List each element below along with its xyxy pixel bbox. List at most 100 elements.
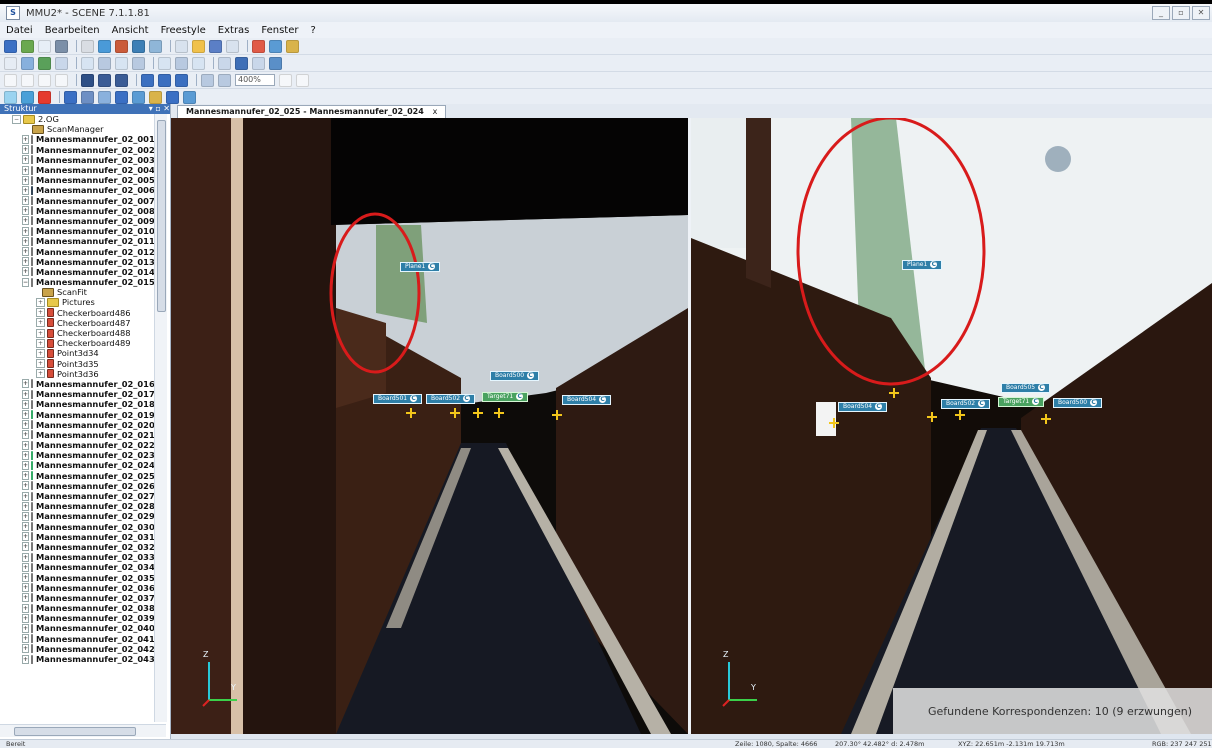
target-marker[interactable] <box>473 408 483 418</box>
distance-icon[interactable] <box>175 56 188 70</box>
target-label-plane1[interactable]: Plane1 C <box>400 262 441 272</box>
collapse-icon[interactable]: − <box>22 277 30 287</box>
tree-scanmanager[interactable]: ScanManager <box>0 124 154 134</box>
expand-icon[interactable]: + <box>22 552 30 562</box>
expand-icon[interactable]: + <box>22 196 30 206</box>
expand-icon[interactable]: + <box>22 185 30 195</box>
expand-icon[interactable]: + <box>22 257 30 267</box>
export-icon[interactable] <box>149 90 162 104</box>
clip-out-icon[interactable] <box>115 73 128 87</box>
tree-item[interactable]: + Mannesmannufer_02_019 <box>0 409 154 420</box>
checkerboard-icon[interactable] <box>81 56 94 70</box>
zoom-field[interactable]: 400% <box>235 74 275 86</box>
tree-scroll-thumb[interactable] <box>157 120 166 312</box>
clip-box-icon[interactable] <box>81 73 94 87</box>
collapse-icon[interactable]: − <box>12 114 21 124</box>
expand-icon[interactable]: + <box>22 450 30 460</box>
hand-icon[interactable] <box>141 73 154 87</box>
tree-item[interactable]: + Mannesmannufer_02_036 <box>0 583 154 593</box>
target-marker[interactable] <box>1041 414 1051 424</box>
expand-icon[interactable]: + <box>36 338 45 348</box>
menu-datei[interactable]: Datei <box>0 25 39 36</box>
save-icon[interactable] <box>55 39 68 53</box>
tree-item[interactable]: + Mannesmannufer_02_022 <box>0 440 154 450</box>
angle-icon[interactable] <box>192 56 205 70</box>
target-marker[interactable] <box>955 410 965 420</box>
zoom-out-icon[interactable] <box>296 73 309 87</box>
polyline-icon[interactable] <box>21 73 34 87</box>
target-marker[interactable] <box>889 388 899 398</box>
tree-item[interactable]: + Mannesmannufer_02_025 <box>0 471 154 481</box>
color-icon[interactable] <box>4 90 17 104</box>
tree-item[interactable]: + Mannesmannufer_02_010 <box>0 226 154 236</box>
table-icon[interactable] <box>226 39 239 53</box>
scan-view-right[interactable]: Plane1 C Board504 C Board502 C Target71 C Bo… <box>691 118 1212 734</box>
tree-item[interactable]: + Mannesmannufer_02_016 <box>0 379 154 389</box>
tree-item[interactable]: + Mannesmannufer_02_026 <box>0 481 154 491</box>
panel-pin-icon[interactable]: ▾ ▫ ✕ <box>149 104 170 114</box>
menu-extras[interactable]: Extras <box>212 25 256 36</box>
record-icon[interactable] <box>252 39 265 53</box>
tree-item[interactable]: + Mannesmannufer_02_032 <box>0 542 154 552</box>
pin-icon[interactable] <box>64 90 77 104</box>
tree-item[interactable]: + Mannesmannufer_02_007 <box>0 196 154 206</box>
target-marker[interactable] <box>927 412 937 422</box>
pan-icon[interactable] <box>175 73 188 87</box>
tab-correspondence-view[interactable]: Mannesmannufer_02_025 - Mannesmannufer_0… <box>177 105 447 118</box>
expand-icon[interactable]: + <box>36 297 45 307</box>
snap-icon[interactable] <box>98 90 111 104</box>
target-label-plane1[interactable]: Plane1 C <box>902 260 943 270</box>
tree-horizontal-scrollbar[interactable] <box>0 724 166 737</box>
tree-item[interactable]: + Mannesmannufer_02_034 <box>0 562 154 572</box>
tree-item[interactable]: + Mannesmannufer_02_012 <box>0 246 154 257</box>
expand-icon[interactable]: + <box>22 593 30 603</box>
red-dot-icon[interactable] <box>38 90 51 104</box>
rotate-icon[interactable] <box>158 73 171 87</box>
align-icon[interactable] <box>115 90 128 104</box>
expand-icon[interactable]: + <box>36 328 45 338</box>
grid-icon[interactable] <box>218 56 231 70</box>
expand-icon[interactable]: + <box>22 634 30 644</box>
expand-icon[interactable]: + <box>22 399 30 409</box>
expand-icon[interactable]: + <box>22 267 30 277</box>
tree-item[interactable]: + Mannesmannufer_02_038 <box>0 603 154 613</box>
expand-icon[interactable]: + <box>36 318 45 328</box>
expand-icon[interactable]: + <box>36 359 45 369</box>
expand-icon[interactable]: + <box>22 460 30 470</box>
expand-icon[interactable]: + <box>22 420 30 430</box>
register-icon[interactable] <box>192 39 205 53</box>
target-label-board500[interactable]: Board500 C <box>1053 398 1103 408</box>
tree-item[interactable]: + Mannesmannufer_02_023 <box>0 450 154 460</box>
expand-icon[interactable]: + <box>22 175 30 185</box>
tree-item[interactable]: + Mannesmannufer_02_043 <box>0 654 154 664</box>
expand-icon[interactable]: + <box>22 491 30 501</box>
report-icon[interactable] <box>209 39 222 53</box>
tree-root-2og[interactable]: − 2.OG <box>0 114 154 124</box>
expand-icon[interactable]: + <box>22 481 30 491</box>
target-label-board500[interactable]: Board500 C <box>490 371 540 381</box>
expand-icon[interactable]: + <box>22 654 30 664</box>
tree-item[interactable]: + Point3d35 <box>0 359 154 369</box>
target-marker[interactable] <box>450 408 460 418</box>
tree-item[interactable]: + Mannesmannufer_02_037 <box>0 593 154 603</box>
tree-item[interactable]: + Mannesmannufer_02_028 <box>0 501 154 511</box>
expand-icon[interactable]: + <box>22 379 30 389</box>
expand-icon[interactable]: + <box>22 501 30 511</box>
expand-icon[interactable]: + <box>22 410 30 420</box>
expand-icon[interactable]: + <box>22 155 30 165</box>
tree-item[interactable]: + Mannesmannufer_02_033 <box>0 552 154 562</box>
expand-icon[interactable]: + <box>22 440 30 450</box>
settings-icon[interactable] <box>81 39 94 53</box>
tools-icon[interactable] <box>132 90 145 104</box>
tree-item[interactable]: + Mannesmannufer_02_004 <box>0 165 154 175</box>
tree-item[interactable]: + Mannesmannufer_02_003 <box>0 155 154 165</box>
target-label-board501[interactable]: Board501 C <box>373 394 423 404</box>
minimize-button[interactable]: _ <box>1152 6 1170 20</box>
expand-icon[interactable]: + <box>22 603 30 613</box>
tree-item[interactable]: + Mannesmannufer_02_035 <box>0 572 154 583</box>
expand-icon[interactable]: + <box>22 562 30 572</box>
expand-icon[interactable]: + <box>22 644 30 654</box>
expand-icon[interactable]: + <box>36 369 45 379</box>
target-marker[interactable] <box>406 408 416 418</box>
tree-item[interactable]: + Mannesmannufer_02_040 <box>0 623 154 633</box>
